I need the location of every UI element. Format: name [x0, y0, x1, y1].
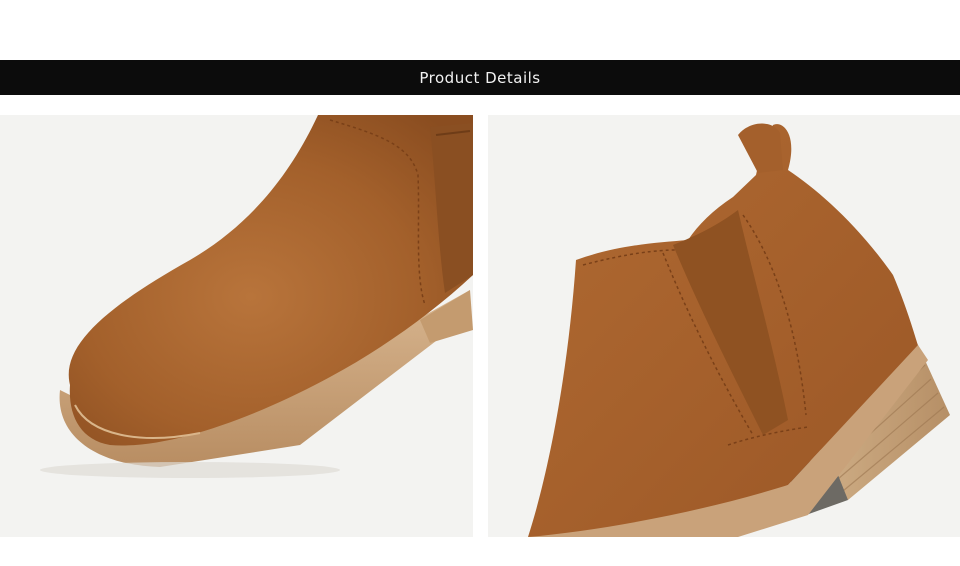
product-photo-toe	[0, 115, 473, 537]
product-photo-heel	[488, 115, 960, 537]
section-title: Product Details	[419, 68, 541, 87]
boot-heel-illustration	[488, 115, 960, 537]
boot-toe-illustration	[0, 115, 473, 537]
section-header-banner: Product Details	[0, 60, 960, 95]
